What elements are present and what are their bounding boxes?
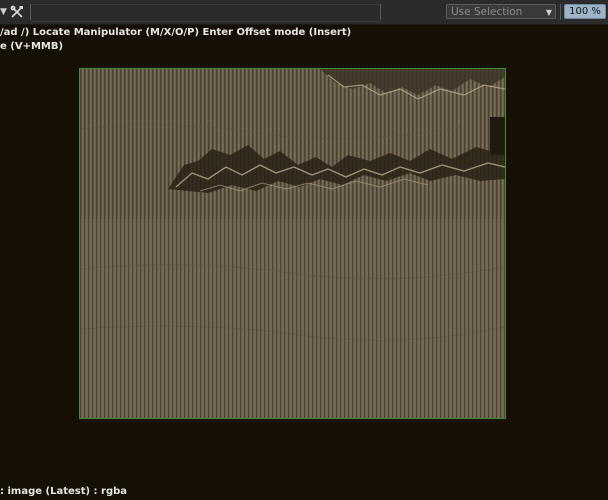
toolbar-field (31, 4, 379, 22)
image-viewer: ▼ Use Selection ▼ 100 % /ad /) Locate Ma… (0, 0, 608, 500)
tools-icon[interactable] (10, 4, 24, 18)
toolbar-separator (560, 4, 561, 20)
terrain-image (80, 69, 505, 418)
image-status-line: : image (Latest) : rgba (0, 486, 128, 497)
chevron-down-icon[interactable]: ▼ (0, 6, 7, 18)
viewer-hint-line-1: /ad /) Locate Manipulator (M/X/O/P) Ente… (0, 27, 352, 38)
viewer-toolbar: ▼ Use Selection ▼ 100 % (0, 0, 608, 25)
selection-mode-value: Use Selection (451, 6, 523, 18)
chevron-down-icon: ▼ (545, 8, 552, 17)
toolbar-left-group: ▼ (0, 0, 30, 24)
viewer-hint-line-2: e (V+MMB) (0, 41, 64, 52)
selection-mode-dropdown[interactable]: Use Selection ▼ (446, 4, 556, 19)
zoom-level-field[interactable]: 100 % (564, 4, 606, 19)
displayed-image[interactable] (79, 68, 506, 419)
toolbar-separator (380, 4, 381, 20)
